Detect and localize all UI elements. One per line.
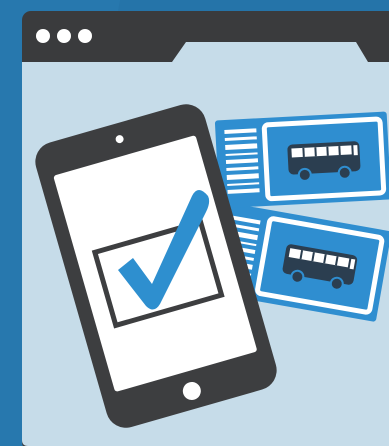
window-dot: [78, 29, 92, 43]
window-dot: [57, 29, 71, 43]
bus-ticket-top: [214, 111, 389, 209]
ticket-barcode: [224, 128, 260, 194]
mobile-ticket-illustration: [0, 0, 389, 446]
three-dot-icon: [36, 29, 92, 43]
window-dot: [36, 29, 50, 43]
illustration-stage: [0, 0, 389, 446]
